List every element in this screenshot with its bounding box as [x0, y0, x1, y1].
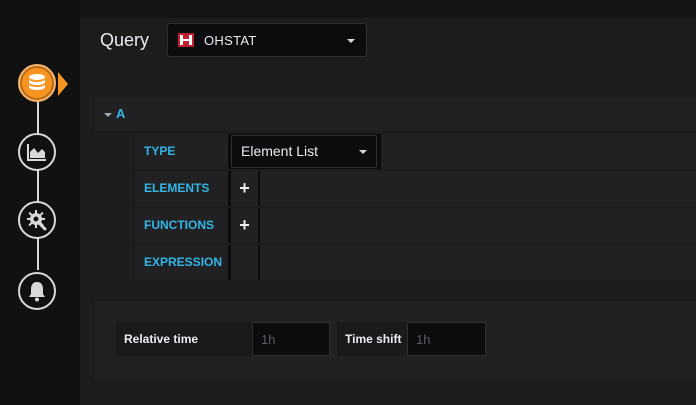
page-title: Query — [100, 30, 150, 50]
add-function-button[interactable]: + — [231, 208, 258, 243]
type-row-filler — [381, 134, 696, 169]
queries-tab-button[interactable] — [18, 64, 56, 102]
bell-icon — [29, 282, 45, 302]
functions-label: FUNCTIONS — [135, 208, 228, 243]
expression-row-filler — [260, 245, 696, 280]
time-shift-label: Time shift — [337, 322, 407, 356]
expression-cell[interactable] — [231, 245, 258, 280]
collapse-caret-icon[interactable] — [104, 113, 112, 117]
functions-row-filler — [260, 208, 696, 243]
query-ref-id[interactable]: A — [116, 106, 125, 121]
chevron-down-icon — [347, 39, 355, 43]
add-element-button[interactable]: + — [231, 171, 258, 206]
relative-time-label: Relative time — [116, 322, 252, 356]
query-row-header[interactable] — [95, 97, 696, 131]
active-indicator-arrow — [58, 72, 68, 96]
datasource-name: OHSTAT — [204, 32, 257, 48]
general-tab-button[interactable] — [18, 201, 56, 239]
database-icon — [29, 74, 45, 90]
datasource-logo-icon — [178, 33, 194, 47]
type-select[interactable]: Element List — [231, 135, 377, 168]
type-label: TYPE — [135, 134, 228, 169]
relative-time-input[interactable] — [252, 322, 330, 356]
rail-connector — [37, 100, 39, 270]
type-select-value: Element List — [241, 143, 319, 159]
elements-label: ELEMENTS — [135, 171, 228, 206]
datasource-picker[interactable]: OHSTAT — [167, 23, 367, 57]
visualization-tab-button[interactable] — [18, 133, 56, 171]
expression-label: EXPRESSION — [135, 245, 228, 280]
elements-row-filler — [260, 171, 696, 206]
alert-tab-button[interactable] — [18, 272, 56, 310]
time-shift-input[interactable] — [407, 322, 486, 356]
gear-wrench-icon — [27, 210, 47, 231]
chevron-down-icon — [359, 150, 367, 154]
area-chart-icon — [27, 144, 46, 161]
